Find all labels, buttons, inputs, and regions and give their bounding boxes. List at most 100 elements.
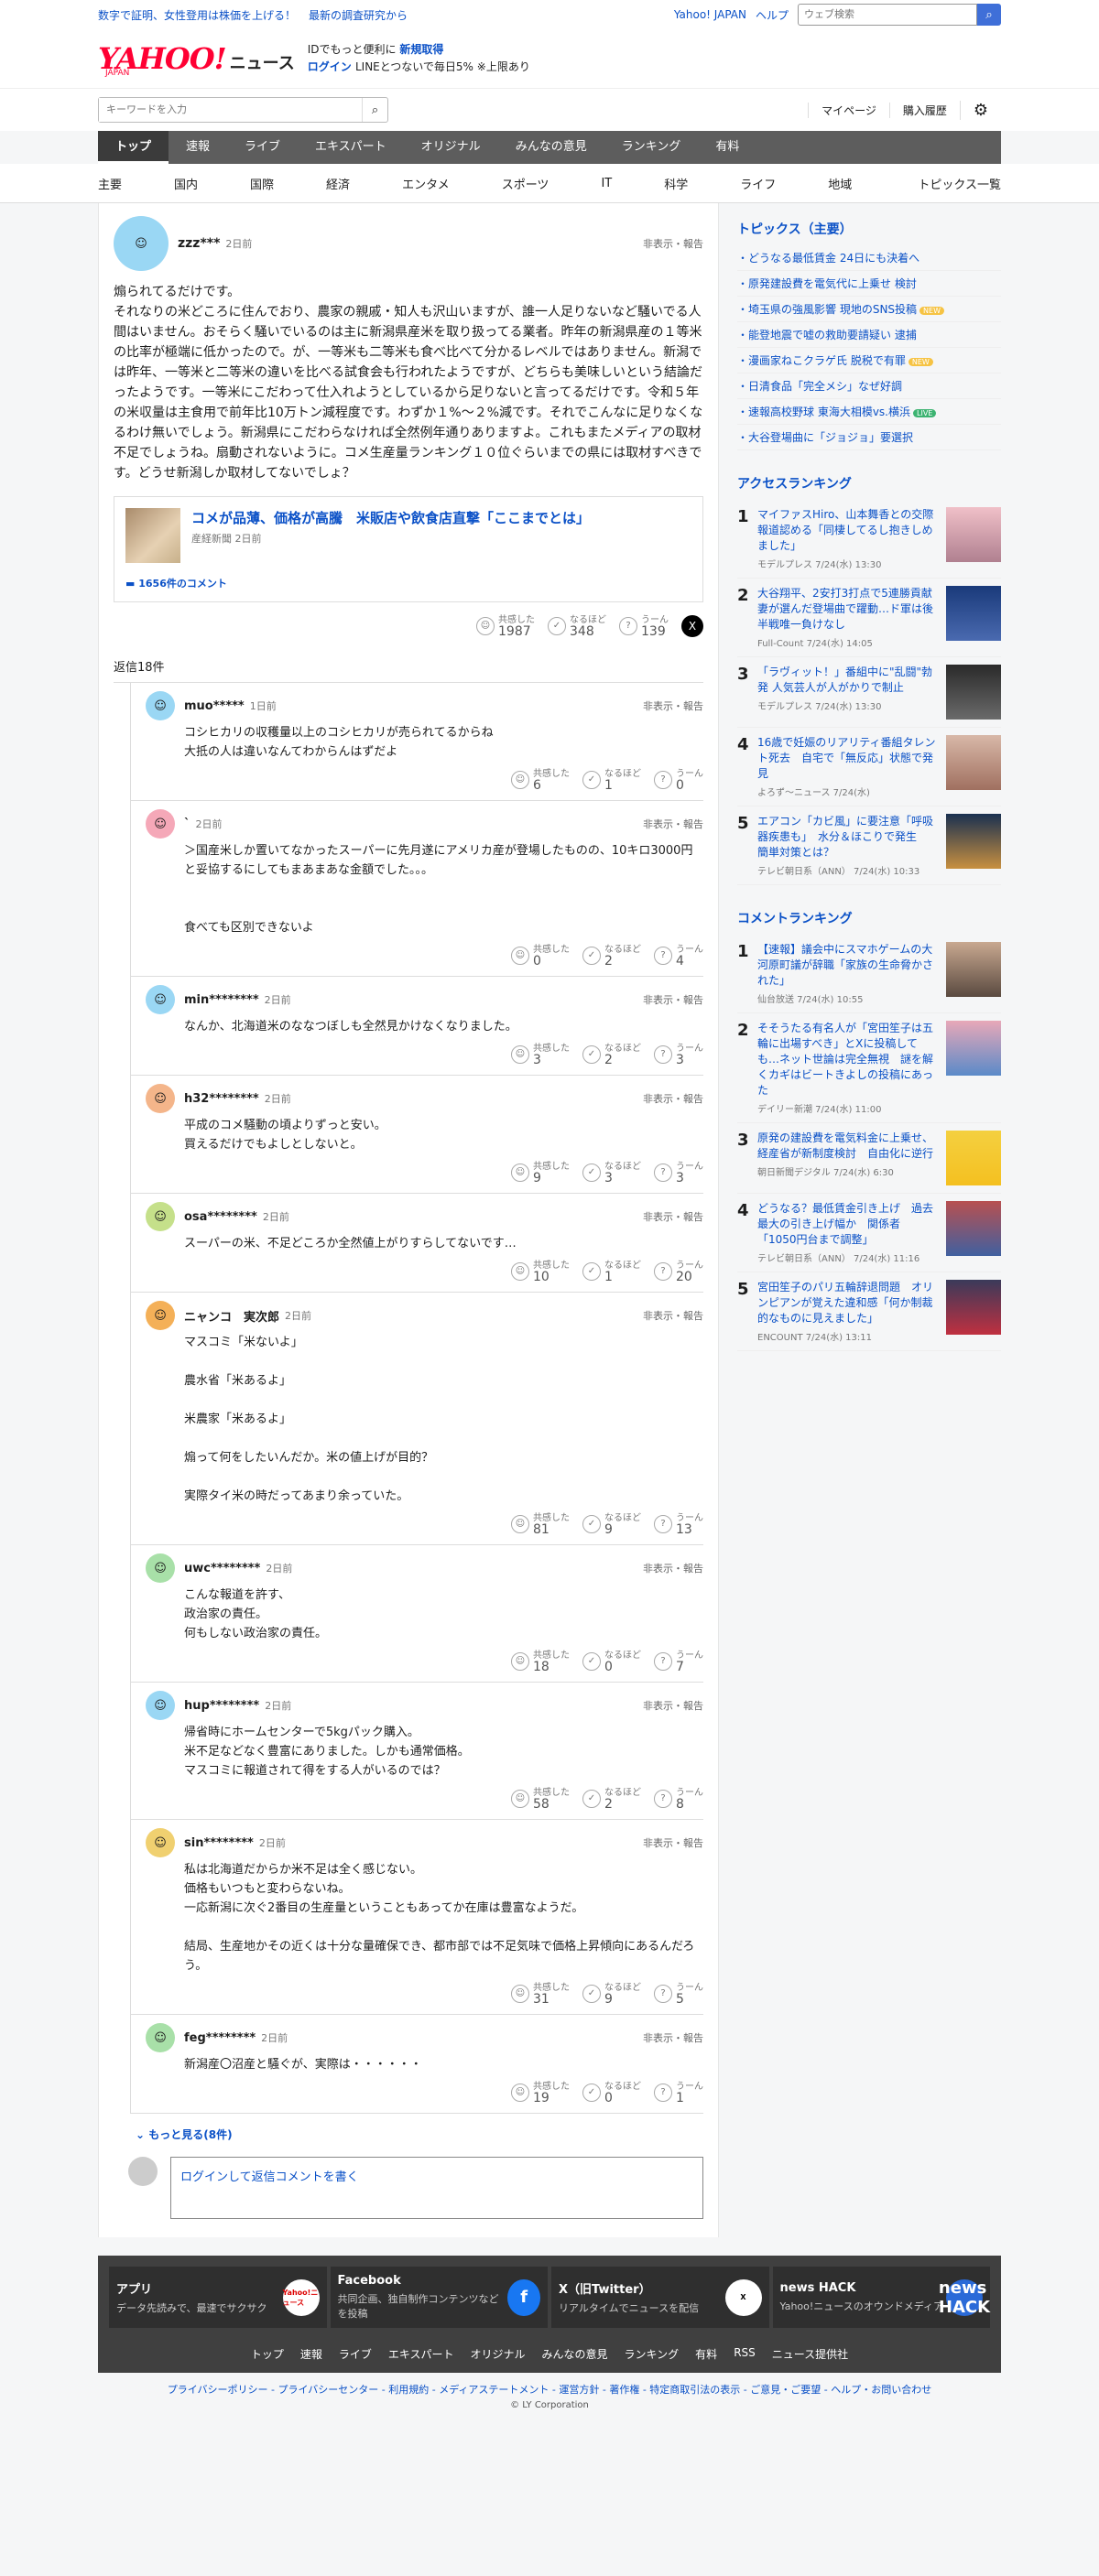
empathy-button[interactable]: ☺ 共感した 18: [511, 1651, 570, 1673]
reply-user[interactable]: uwc********: [184, 1562, 260, 1575]
tab-ranking[interactable]: ランキング: [604, 131, 699, 164]
ranking-title[interactable]: マイファスHiro、山本舞香との交際報道認める「同棲してるし抱きしめました」: [757, 507, 937, 554]
hide-report-link[interactable]: 非表示・報告: [643, 1091, 703, 1106]
empathy-button[interactable]: ☺ 共感した 0: [511, 945, 570, 968]
reply-user[interactable]: h32********: [184, 1092, 259, 1106]
ranking-title[interactable]: 宮田笙子のパリ五輪辞退問題 オリンピアンが覚えた違和感「何か制裁的なものに見えま…: [757, 1280, 937, 1326]
hide-report-link[interactable]: 非表示・報告: [643, 1561, 703, 1575]
avatar[interactable]: ☺: [146, 1202, 175, 1231]
ranking-item[interactable]: 2 大谷翔平、2安打3打点で5連勝貢献 妻が選んだ登場曲で躍動…ド軍は後半戦唯一負…: [737, 579, 1001, 657]
footer-card[interactable]: news HACK Yahoo!ニュースのオウンドメディア news HACK: [772, 2267, 990, 2328]
topic-item[interactable]: ・速報高校野球 東海大相模vs.横浜 LIVE: [737, 399, 1001, 425]
empathy-button[interactable]: ☺ 共感した 31: [511, 1983, 570, 2006]
article-card[interactable]: コメが品薄、価格が高騰 米販店や飲食店直撃「ここまでとは」 産経新聞 2日前 ▬…: [114, 496, 703, 602]
comment-ranking-title[interactable]: コメントランキング: [737, 909, 1001, 927]
footer-link[interactable]: みんなの意見: [542, 2346, 608, 2362]
subnav-item[interactable]: 地域: [828, 175, 869, 192]
ranking-title[interactable]: エアコン「カビ風」に要注意「呼吸器疾患も」 水分＆ほこりで発生 簡単対策とは？: [757, 814, 937, 860]
empathy-button[interactable]: ☺ 共感した 9: [511, 1162, 570, 1185]
uun-button[interactable]: ? うーん 13: [654, 1513, 703, 1536]
tab-paid[interactable]: 有料: [698, 131, 756, 164]
uun-button[interactable]: ? うーん 1: [654, 2082, 703, 2105]
footer-card[interactable]: アプリ データ先読みで、最速でサクサク Yahoo!ニュース: [109, 2267, 327, 2328]
reply-user[interactable]: ニャンコ 実次郎: [184, 1307, 279, 1325]
line-promo[interactable]: LINEとつないで毎日5% ※上限あり: [355, 60, 530, 73]
reply-user[interactable]: muo*****: [184, 699, 245, 713]
ranking-item[interactable]: 3 「ラヴィット！」番組中に"乱闘"勃発 人気芸人が人がかりで制止 モデルプレス 7…: [737, 657, 1001, 728]
tab-top[interactable]: トップ: [98, 131, 169, 164]
footer-card[interactable]: Facebook 共同企画、独自制作コンテンツなどを投稿 f: [330, 2267, 548, 2328]
subnav-item[interactable]: 主要: [98, 175, 139, 192]
topics-all-link[interactable]: トピックス一覧: [918, 175, 1001, 192]
naruhodo-button[interactable]: ✓ なるほど 0: [582, 1651, 641, 1673]
subnav-item[interactable]: ライフ: [740, 175, 793, 192]
avatar[interactable]: ☺: [146, 1084, 175, 1113]
empathy-button[interactable]: ☺ 共感した 19: [511, 2082, 570, 2105]
more-replies-link[interactable]: ⌄ もっと見る(8件): [136, 2127, 703, 2142]
uun-button[interactable]: ? うーん 8: [654, 1788, 703, 1811]
topic-item[interactable]: ・埼玉県の強風影響 現地のSNS投稿 NEW: [737, 297, 1001, 322]
naruhodo-button[interactable]: ✓ なるほど 3: [582, 1162, 641, 1185]
hide-report-link[interactable]: 非表示・報告: [643, 698, 703, 713]
avatar[interactable]: ☺: [146, 691, 175, 720]
tab-opinion[interactable]: みんなの意見: [498, 131, 604, 164]
footer-link[interactable]: ニュース提供社: [772, 2346, 848, 2362]
uun-button[interactable]: ? うーん 5: [654, 1983, 703, 2006]
footer-link[interactable]: ランキング: [625, 2346, 680, 2362]
ranking-item[interactable]: 4 どうなる？最低賃金引き上げ 過去最大の引き上げ幅か 関係者「1050円台まで調…: [737, 1194, 1001, 1272]
subnav-item[interactable]: IT: [601, 177, 629, 190]
naruhodo-button[interactable]: ✓ なるほど 348: [548, 615, 606, 638]
uun-button[interactable]: ? うーん 4: [654, 945, 703, 968]
tab-original[interactable]: オリジナル: [404, 131, 498, 164]
avatar[interactable]: ☺: [146, 809, 175, 839]
uun-button[interactable]: ? うーん 20: [654, 1261, 703, 1283]
footer-link[interactable]: ライブ: [339, 2346, 372, 2362]
ranking-title[interactable]: そそうたる有名人が「宮田笙子は五輪に出場すべき」とXに投稿しても…ネット世論は完…: [757, 1021, 937, 1099]
tab-live[interactable]: ライブ: [227, 131, 298, 164]
web-search-input[interactable]: [798, 4, 977, 26]
reply-user[interactable]: min********: [184, 993, 259, 1007]
topic-item[interactable]: ・原発建設費を電気代に上乗せ 検討: [737, 271, 1001, 297]
reply-user[interactable]: hup********: [184, 1699, 259, 1713]
reply-user[interactable]: sin********: [184, 1836, 254, 1850]
article-title[interactable]: コメが品薄、価格が高騰 米販店や飲食店直撃「ここまでとは」: [191, 508, 590, 527]
reply-user[interactable]: `: [184, 817, 190, 831]
login-link[interactable]: ログイン: [308, 60, 352, 73]
uun-button[interactable]: ? うーん 139: [619, 615, 669, 638]
hide-report-link[interactable]: 非表示・報告: [643, 992, 703, 1007]
naruhodo-button[interactable]: ✓ なるほど 1: [582, 1261, 641, 1283]
keyword-input[interactable]: [99, 98, 362, 122]
subnav-item[interactable]: エンタメ: [402, 175, 467, 192]
hide-report-link[interactable]: 非表示・報告: [643, 1698, 703, 1713]
avatar[interactable]: ☺: [146, 2023, 175, 2052]
comment-user[interactable]: zzz***: [178, 236, 220, 251]
ranking-item[interactable]: 1 マイファスHiro、山本舞香との交際報道認める「同棲してるし抱きしめました」モ…: [737, 500, 1001, 579]
subnav-item[interactable]: 科学: [664, 175, 705, 192]
avatar[interactable]: ☺: [146, 1828, 175, 1857]
ranking-title[interactable]: 【速報】議会中にスマホゲームの大河原町議が辞職「家族の生命脅かされた」: [757, 942, 937, 989]
topics-title[interactable]: トピックス（主要）: [737, 220, 1001, 238]
topic-item[interactable]: ・漫画家ねこクラゲ氏 脱税で有罪 NEW: [737, 348, 1001, 373]
uun-button[interactable]: ? うーん 0: [654, 769, 703, 792]
avatar[interactable]: ☺: [146, 985, 175, 1014]
footer-link[interactable]: オリジナル: [471, 2346, 526, 2362]
empathy-button[interactable]: ☺ 共感した 58: [511, 1788, 570, 1811]
naruhodo-button[interactable]: ✓ なるほど 2: [582, 1788, 641, 1811]
legal-links[interactable]: プライバシーポリシー - プライバシーセンター - 利用規約 - メディアステー…: [98, 2382, 1001, 2397]
footer-link[interactable]: エキスパート: [388, 2346, 454, 2362]
footer-link[interactable]: 速報: [300, 2346, 322, 2362]
ranking-title[interactable]: 大谷翔平、2安打3打点で5連勝貢献 妻が選んだ登場曲で躍動…ド軍は後半戦唯一負け…: [757, 586, 943, 633]
footer-link[interactable]: 有料: [695, 2346, 717, 2362]
hide-report-link[interactable]: 非表示・報告: [643, 1835, 703, 1850]
subnav-item[interactable]: 経済: [326, 175, 367, 192]
footer-card[interactable]: X（旧Twitter） リアルタイムでニュースを配信 X: [551, 2267, 769, 2328]
hide-report-link[interactable]: 非表示・報告: [643, 1308, 703, 1323]
hide-report-link[interactable]: 非表示・報告: [643, 236, 703, 251]
empathy-button[interactable]: ☺ 共感した 6: [511, 769, 570, 792]
promo-link-1[interactable]: 数字で証明、女性登用は株価を上げる！: [98, 7, 296, 23]
hide-report-link[interactable]: 非表示・報告: [643, 1209, 703, 1224]
search-icon[interactable]: ⌕: [362, 98, 387, 122]
subnav-item[interactable]: スポーツ: [502, 175, 567, 192]
promo-link-2[interactable]: 最新の調査研究から: [309, 7, 408, 23]
ranking-title[interactable]: どうなる？最低賃金引き上げ 過去最大の引き上げ幅か 関係者「1050円台まで調整…: [757, 1201, 937, 1248]
